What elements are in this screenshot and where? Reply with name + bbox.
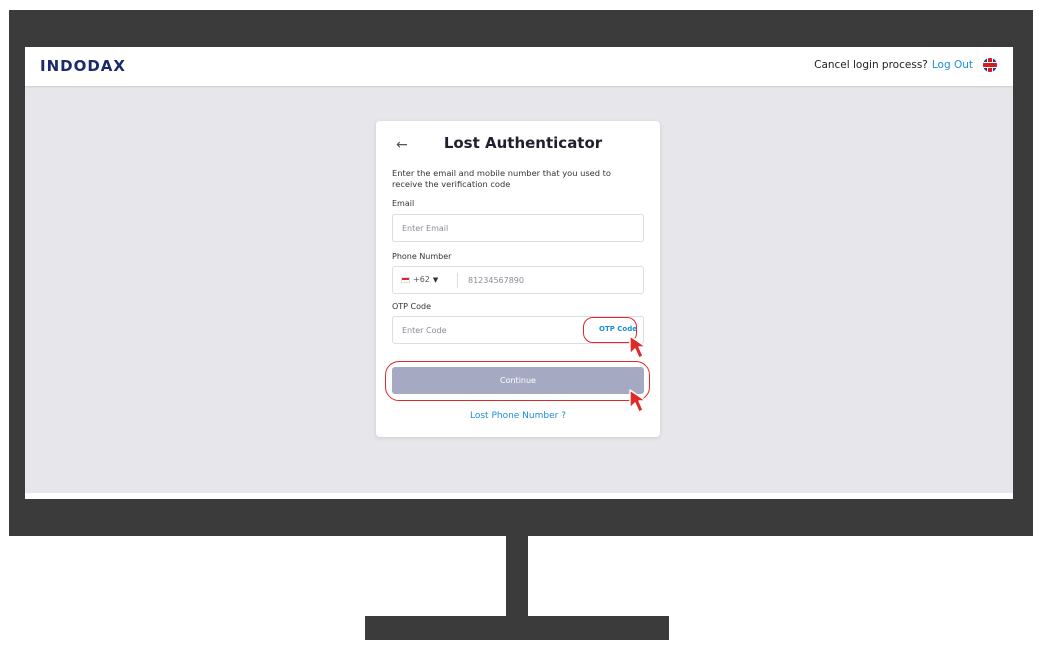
phone-divider	[457, 273, 458, 288]
phone-label: Phone Number	[392, 252, 452, 261]
phone-number-field[interactable]: +62 ▼ 81234567890	[392, 266, 644, 294]
cancel-login-text: Cancel login process?	[814, 59, 928, 71]
logout-link[interactable]: Log Out	[932, 59, 973, 71]
continue-highlight-ring	[385, 361, 650, 401]
cursor-icon	[629, 389, 647, 413]
top-navbar: INDODAX Cancel login process? Log Out	[25, 47, 1013, 86]
page-title: Lost Authenticator	[443, 134, 603, 152]
otp-label: OTP Code	[392, 302, 432, 311]
indonesia-flag-icon	[401, 276, 410, 283]
email-field[interactable]: Enter Email	[392, 214, 644, 242]
card-description: Enter the email and mobile number that y…	[392, 168, 612, 189]
chevron-down-icon: ▼	[432, 275, 439, 284]
monitor-stand-base	[365, 616, 669, 640]
email-placeholder: Enter Email	[402, 224, 449, 233]
uk-flag-icon[interactable]	[983, 58, 997, 72]
screen: INDODAX Cancel login process? Log Out ← …	[25, 47, 1013, 499]
otp-placeholder: Enter Code	[402, 326, 447, 335]
country-code: +62	[413, 275, 430, 284]
indodax-logo[interactable]: INDODAX	[40, 57, 126, 75]
email-label: Email	[392, 199, 415, 208]
lost-authenticator-card: ← Lost Authenticator Enter the email and…	[376, 121, 660, 437]
footer-strip	[25, 493, 1013, 499]
monitor-stand-neck	[506, 536, 528, 616]
lost-phone-number-link[interactable]: Lost Phone Number ?	[376, 411, 660, 421]
country-code-select[interactable]: +62 ▼	[401, 275, 438, 284]
cursor-icon	[629, 335, 647, 359]
phone-placeholder: 81234567890	[468, 276, 524, 285]
navbar-right: Cancel login process? Log Out	[814, 58, 997, 72]
